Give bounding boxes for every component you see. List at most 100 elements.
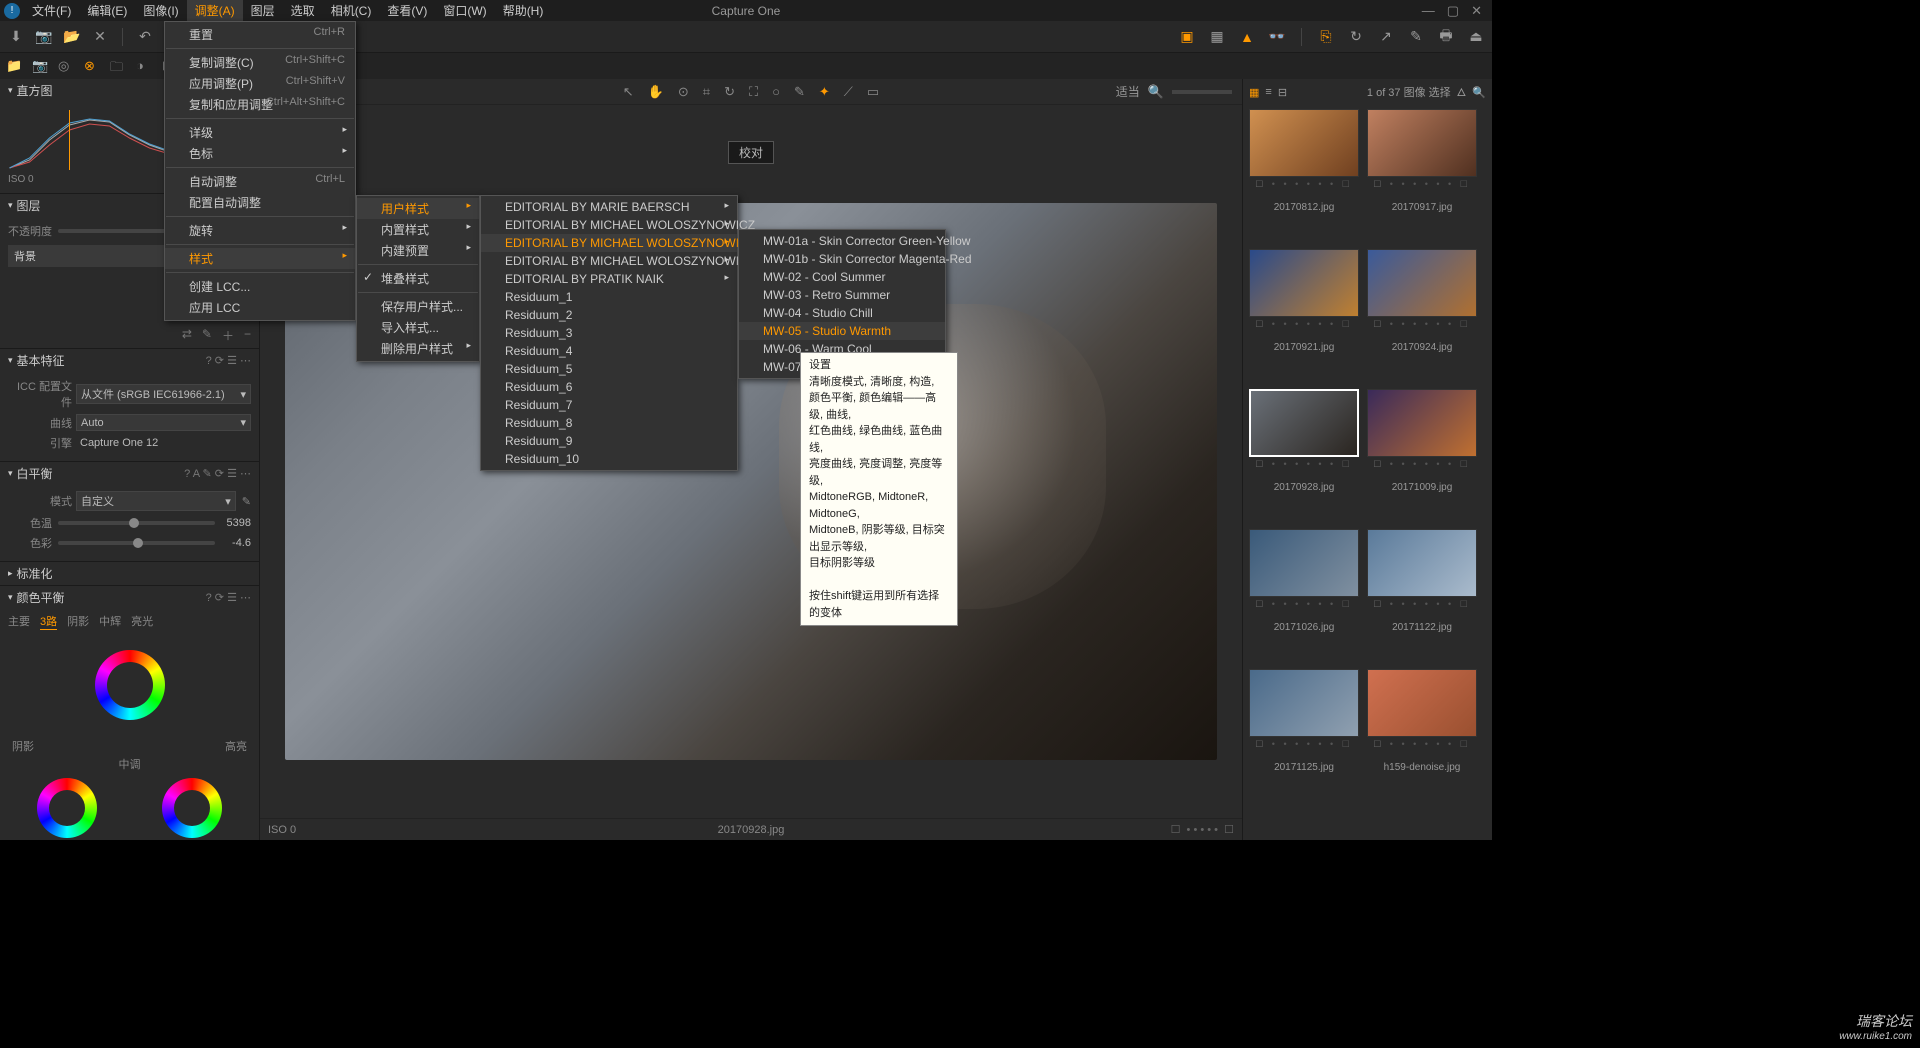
menu-item[interactable]: Residuum_8 xyxy=(481,414,737,432)
picker-icon[interactable]: ✎ xyxy=(242,495,251,508)
menu-item[interactable]: 图层 xyxy=(243,0,283,21)
view-grid-icon[interactable]: ▦ xyxy=(1249,86,1259,99)
panel-tools[interactable]: ? ⟳ ☰ ⋯ xyxy=(206,591,251,604)
menu-item[interactable]: 内建预置▸ xyxy=(357,240,479,261)
import-icon[interactable]: ⬇ xyxy=(6,27,26,47)
zoom-icon[interactable]: 🔍 xyxy=(1148,84,1164,100)
menu-item[interactable]: 保存用户样式... xyxy=(357,296,479,317)
menu-item[interactable]: 查看(V) xyxy=(379,0,435,21)
search-icon[interactable]: 🔍 xyxy=(1472,86,1486,99)
thumbnail[interactable]: ☐ • • • • • • ☐h159-denoise.jpg xyxy=(1367,669,1477,773)
color-tab[interactable]: 3路 xyxy=(40,613,57,630)
thumbnail[interactable]: ☐ • • • • • • ☐20170928.jpg xyxy=(1249,389,1359,493)
tab-library-icon[interactable]: 📁 xyxy=(6,58,22,74)
tab-exposure-icon[interactable]: 🗀 xyxy=(110,58,126,74)
minimize-icon[interactable]: — xyxy=(1422,3,1435,19)
menu-item[interactable]: MW-01a - Skin Corrector Green-Yellow xyxy=(739,232,945,250)
color-wheel-master[interactable] xyxy=(95,650,165,720)
tab-color-icon[interactable]: ⊗ xyxy=(84,58,100,74)
zoom-slider[interactable] xyxy=(1172,90,1232,94)
send-icon[interactable]: ↗ xyxy=(1376,27,1396,47)
menu-item[interactable]: 复制和应用调整Ctrl+Alt+Shift+C xyxy=(165,94,355,115)
mask-icon[interactable]: ✦ xyxy=(819,84,830,100)
menu-item[interactable]: MW-04 - Studio Chill xyxy=(739,304,945,322)
menu-item[interactable]: EDITORIAL BY MARIE BAERSCH▸ xyxy=(481,198,737,216)
menu-item[interactable]: 重置Ctrl+R xyxy=(165,24,355,45)
menu-item[interactable]: 相机(C) xyxy=(323,0,380,21)
menu-item[interactable]: 编辑(E) xyxy=(79,0,135,21)
hand-icon[interactable]: ✋ xyxy=(648,84,664,100)
thumbnail-grid[interactable]: ☐ • • • • • • ☐20170812.jpg ☐ • • • • • •… xyxy=(1243,105,1492,840)
menu-item[interactable]: Residuum_5 xyxy=(481,360,737,378)
close-icon[interactable]: ✕ xyxy=(1471,3,1482,19)
view-list-icon[interactable]: ≡ xyxy=(1265,86,1271,98)
warning-icon[interactable]: ▲ xyxy=(1237,27,1257,47)
thumbnail[interactable]: ☐ • • • • • • ☐20171122.jpg xyxy=(1367,529,1477,633)
copy-adjust-icon[interactable]: ⎘ xyxy=(1316,27,1336,47)
menu-item[interactable]: EDITORIAL BY MICHAEL WOLOSZYNOWICZ_2▸ xyxy=(481,252,737,270)
menu-item[interactable]: MW-05 - Studio Warmth xyxy=(739,322,945,340)
gradient-icon[interactable]: ▭ xyxy=(867,84,879,100)
menu-item[interactable]: 调整(A) xyxy=(187,0,243,21)
crop-overlay-icon[interactable]: ▣ xyxy=(1177,27,1197,47)
tab-capture-icon[interactable]: 📷 xyxy=(32,58,48,74)
thumbnail[interactable]: ☐ • • • • • • ☐20171026.jpg xyxy=(1249,529,1359,633)
tab-details-icon[interactable]: ◑ xyxy=(136,58,152,74)
panel-tools[interactable]: ? ⟳ ☰ ⋯ xyxy=(206,354,251,367)
menu-item[interactable]: 应用调整(P)Ctrl+Shift+V xyxy=(165,73,355,94)
folder-open-icon[interactable]: 📂 xyxy=(62,27,82,47)
menu-item[interactable]: Residuum_9 xyxy=(481,432,737,450)
keystone-icon[interactable]: ⛶ xyxy=(749,84,758,100)
camera-icon[interactable]: 📷 xyxy=(34,27,54,47)
color-wheel-shadow[interactable] xyxy=(37,778,97,838)
menu-item[interactable]: EDITORIAL BY MICHAEL WOLOSZYNOWICZ_1▸ xyxy=(481,234,737,252)
print-icon[interactable]: 🖶 xyxy=(1436,27,1456,47)
menu-item[interactable]: 内置样式▸ xyxy=(357,219,479,240)
menu-item[interactable]: 删除用户样式▸ xyxy=(357,338,479,359)
menu-item[interactable]: 配置自动调整 xyxy=(165,192,355,213)
filter-icon[interactable]: 🜂 xyxy=(1457,81,1467,103)
view-filmstrip-icon[interactable]: ⊟ xyxy=(1278,86,1287,99)
menu-item[interactable]: MW-01b - Skin Corrector Magenta-Red xyxy=(739,250,945,268)
menu-item[interactable]: 导入样式... xyxy=(357,317,479,338)
layer-add-icon[interactable]: ＋ xyxy=(222,327,234,344)
menu-item[interactable]: Residuum_6 xyxy=(481,378,737,396)
menu-item[interactable]: Residuum_3 xyxy=(481,324,737,342)
tint-slider[interactable] xyxy=(58,541,215,545)
menu-item[interactable]: 堆叠样式✓ xyxy=(357,268,479,289)
menu-item[interactable]: 选取 xyxy=(283,0,323,21)
menu-item[interactable]: 自动调整Ctrl+L xyxy=(165,171,355,192)
undo-icon[interactable]: ↶ xyxy=(135,27,155,47)
layer-brush-icon[interactable]: ✎ xyxy=(202,327,212,344)
color-wheel-highlight[interactable] xyxy=(162,778,222,838)
color-tab[interactable]: 主要 xyxy=(8,613,30,630)
brush-icon[interactable]: ✎ xyxy=(794,84,805,100)
tab-lens-icon[interactable]: ◎ xyxy=(58,58,74,74)
menu-item[interactable]: Residuum_10 xyxy=(481,450,737,468)
panel-tools[interactable]: ? A ✎ ⟳ ☰ ⋯ xyxy=(184,467,251,480)
menu-item[interactable]: 帮助(H) xyxy=(495,0,552,21)
menu-item[interactable]: 详级▸ xyxy=(165,122,355,143)
export-icon[interactable]: ⏏ xyxy=(1466,27,1486,47)
proof-badge[interactable]: 校对 xyxy=(728,141,774,164)
menu-item[interactable]: Residuum_7 xyxy=(481,396,737,414)
menu-item[interactable]: 色标▸ xyxy=(165,143,355,164)
color-tab[interactable]: 亮光 xyxy=(131,613,153,630)
layer-swap-icon[interactable]: ⇄ xyxy=(182,327,192,344)
reset-icon[interactable]: ↻ xyxy=(1346,27,1366,47)
loupe-icon[interactable]: ⊙ xyxy=(678,84,689,100)
grid-icon[interactable]: ▦ xyxy=(1207,27,1227,47)
menu-item[interactable]: 旋转▸ xyxy=(165,220,355,241)
edit-external-icon[interactable]: ✎ xyxy=(1406,27,1426,47)
wb-mode-select[interactable]: 自定义▾ xyxy=(76,491,236,511)
icc-profile-select[interactable]: 从文件 (sRGB IEC61966-2.1)▾ xyxy=(76,384,251,404)
thumbnail[interactable]: ☐ • • • • • • ☐20170921.jpg xyxy=(1249,249,1359,353)
menu-item[interactable]: MW-03 - Retro Summer xyxy=(739,286,945,304)
menu-item[interactable]: EDITORIAL BY MICHAEL WOLOSZYNOWICZ▸ xyxy=(481,216,737,234)
curve-select[interactable]: Auto▾ xyxy=(76,414,251,431)
menu-item[interactable]: MW-02 - Cool Summer xyxy=(739,268,945,286)
menu-item[interactable]: EDITORIAL BY PRATIK NAIK▸ xyxy=(481,270,737,288)
menu-item[interactable]: 复制调整(C)Ctrl+Shift+C xyxy=(165,52,355,73)
thumbnail[interactable]: ☐ • • • • • • ☐20170812.jpg xyxy=(1249,109,1359,213)
menu-item[interactable]: 创建 LCC... xyxy=(165,276,355,297)
